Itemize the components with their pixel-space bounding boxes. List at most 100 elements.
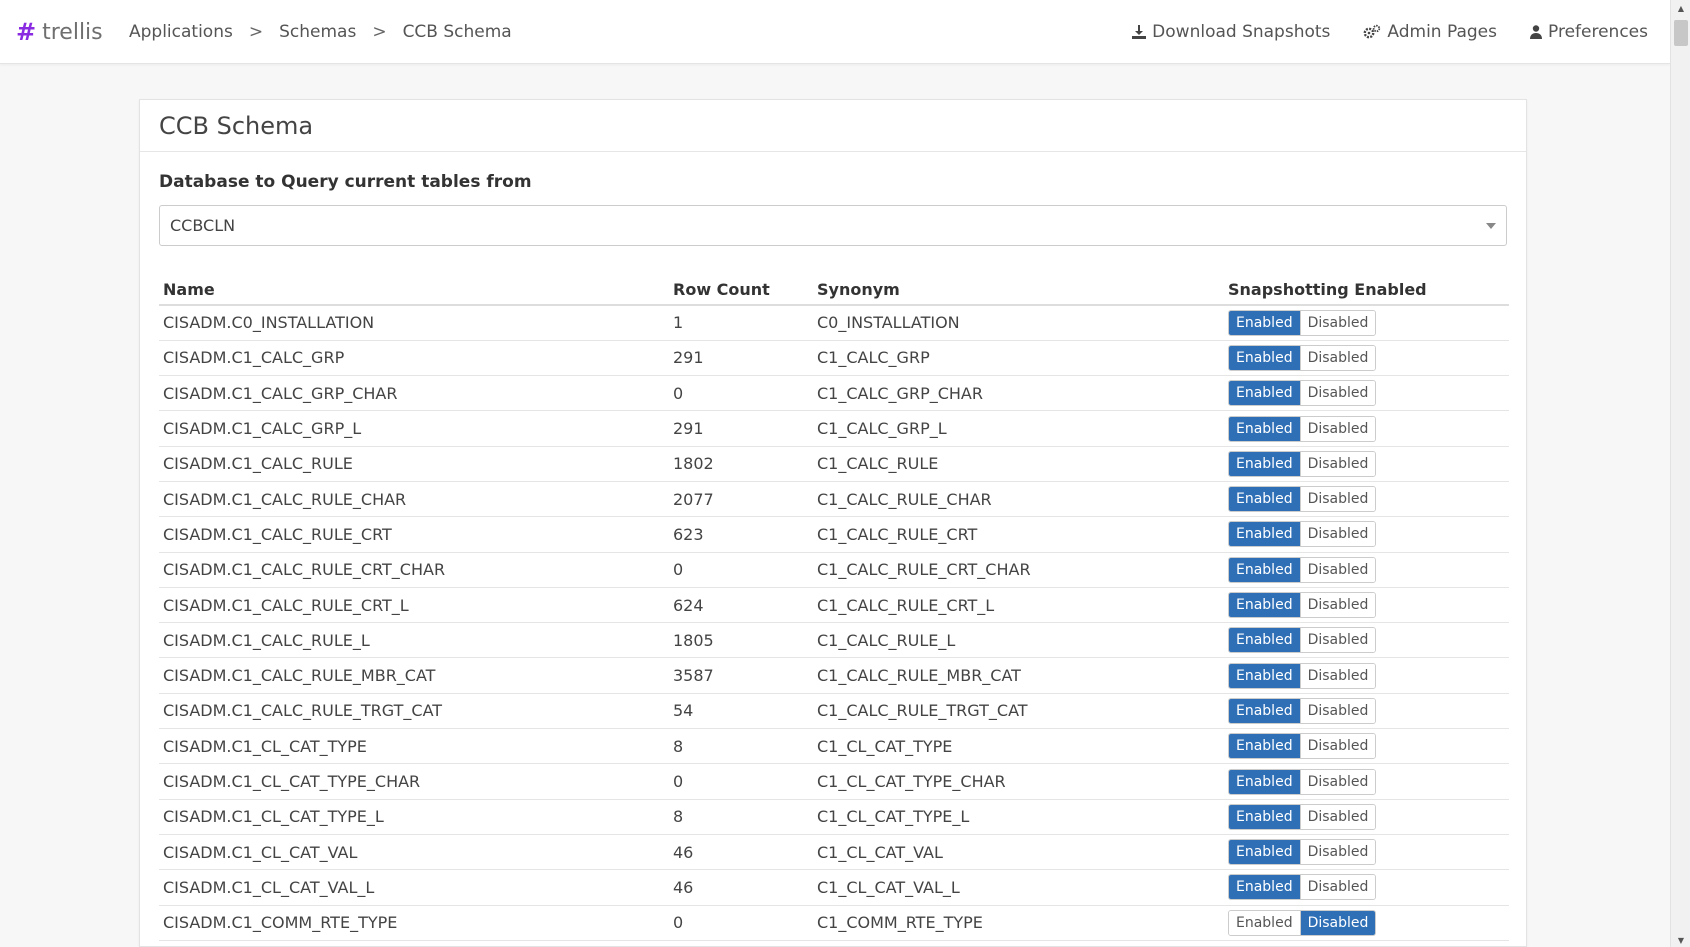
enabled-button[interactable]: Enabled [1229,557,1300,582]
table-row: CISADM.C1_CALC_GRP 291 C1_CALC_GRP Enabled D… [159,340,1509,377]
table-row: CISADM.C1_CALC_RULE_CRT_CHAR 0 C1_CALC_RUL… [159,552,1509,588]
row-count-cell: 0 [669,375,813,412]
snapshot-toggle-cell: Enabled Disabled [1224,834,1509,871]
table-name-cell: CISADM.C1_CALC_RULE_CRT_CHAR [159,552,669,588]
enabled-button[interactable]: Enabled [1229,734,1300,759]
snapshot-toggle: Enabled Disabled [1228,839,1377,866]
breadcrumb-separator: > [372,22,387,42]
table-row: CISADM.C1_CALC_GRP_CHAR 0 C1_CALC_GRP_CHAR… [159,375,1509,412]
table-name-cell: CISADM.C1_COMM_RTE_TYPE [159,905,669,941]
enabled-button[interactable]: Enabled [1229,416,1300,441]
synonym-cell: C1_CL_CAT_TYPE_L [813,799,1224,835]
enabled-button[interactable]: Enabled [1229,487,1300,512]
scroll-down-arrow-icon[interactable]: ▼ [1671,936,1690,945]
table-row: CISADM.C1_CALC_GRP_L 291 C1_CALC_GRP_L Enab… [159,410,1509,447]
admin-pages-link[interactable]: Admin Pages [1363,22,1497,42]
disabled-button[interactable]: Disabled [1299,310,1376,335]
enabled-button[interactable]: Enabled [1229,345,1300,370]
row-count-cell: 1 [669,305,813,341]
synonym-cell: C1_CALC_RULE_TRGT_CAT [813,693,1224,730]
table-name-cell: CISADM.C1_CALC_RULE_CRT_L [159,587,669,624]
table-row: CISADM.C1_CL_CAT_VAL_L 46 C1_CL_CAT_VAL_L E… [159,869,1509,906]
row-count-cell: 46 [669,869,813,906]
disabled-button[interactable]: Disabled [1299,910,1376,935]
breadcrumb-schemas[interactable]: Schemas [279,22,356,42]
table-name-cell: CISADM.C1_CALC_RULE_CRT [159,516,669,553]
disabled-button[interactable]: Disabled [1299,628,1376,653]
synonym-cell: C1_CALC_RULE [813,446,1224,482]
snapshot-toggle-cell: Enabled Disabled [1224,340,1509,377]
synonym-cell: C1_CALC_GRP_CHAR [813,375,1224,412]
synonym-cell: C1_CL_CAT_TYPE_CHAR [813,763,1224,800]
breadcrumb-applications[interactable]: Applications [129,22,233,42]
enabled-button[interactable]: Enabled [1229,628,1300,653]
brand-name: trellis [42,19,103,45]
column-header-row-count[interactable]: Row Count [669,275,813,306]
disabled-button[interactable]: Disabled [1299,345,1376,370]
enabled-button[interactable]: Enabled [1229,698,1300,723]
disabled-button[interactable]: Disabled [1299,593,1376,618]
table-name-cell: CISADM.C1_CL_CAT_VAL [159,834,669,871]
enabled-button[interactable]: Enabled [1229,663,1300,688]
scroll-up-arrow-icon[interactable]: ▲ [1671,4,1690,13]
database-select-value: CCBCLN [170,216,236,235]
snapshot-toggle-cell: Enabled Disabled [1224,305,1509,341]
breadcrumb-current: CCB Schema [402,22,512,42]
snapshot-toggle-cell: Enabled Disabled [1224,446,1509,482]
page-scrollbar[interactable]: ▲ ▼ [1670,0,1690,947]
enabled-button[interactable]: Enabled [1229,522,1300,547]
disabled-button[interactable]: Disabled [1299,381,1376,406]
enabled-button[interactable]: Enabled [1229,769,1300,794]
brand-logo[interactable]: # trellis [16,17,103,47]
disabled-button[interactable]: Disabled [1299,804,1376,829]
download-snapshots-link[interactable]: Download Snapshots [1132,22,1330,42]
snapshot-toggle-cell: Enabled Disabled [1224,869,1509,906]
synonym-cell: C1_CALC_RULE_CRT [813,516,1224,553]
disabled-button[interactable]: Disabled [1299,663,1376,688]
snapshot-toggle: Enabled Disabled [1228,380,1377,407]
enabled-button[interactable]: Enabled [1229,310,1300,335]
row-count-cell: 8 [669,728,813,765]
column-header-snapshotting[interactable]: Snapshotting Enabled [1224,275,1509,306]
synonym-cell: C0_INSTALLATION [813,305,1224,341]
row-count-cell: 0 [669,905,813,941]
disabled-button[interactable]: Disabled [1299,416,1376,441]
column-header-name[interactable]: Name [159,275,669,306]
synonym-cell: C1_CL_CAT_VAL_L [813,869,1224,906]
snapshot-toggle: Enabled Disabled [1228,874,1377,901]
synonym-cell: C1_CALC_RULE_L [813,622,1224,659]
enabled-button[interactable]: Enabled [1229,875,1300,900]
enabled-button[interactable]: Enabled [1229,451,1300,476]
row-count-cell: 46 [669,834,813,871]
disabled-button[interactable]: Disabled [1299,557,1376,582]
table-row: CISADM.C1_CL_CAT_TYPE_CHAR 0 C1_CL_CAT_TYP… [159,763,1509,800]
disabled-button[interactable]: Disabled [1299,875,1376,900]
table-row: CISADM.C1_COMM_RTE_TYPE 0 C1_COMM_RTE_TYPE… [159,905,1509,941]
snapshot-toggle: Enabled Disabled [1228,768,1377,795]
enabled-button[interactable]: Enabled [1229,381,1300,406]
disabled-button[interactable]: Disabled [1299,487,1376,512]
table-name-cell: CISADM.C0_INSTALLATION [159,305,669,341]
schema-panel: CCB Schema Database to Query current tab… [139,99,1527,947]
table-name-cell: CISADM.C1_CALC_GRP [159,340,669,377]
table-row: CISADM.C1_CL_CAT_VAL 46 C1_CL_CAT_VAL Enabl… [159,834,1509,871]
enabled-button[interactable]: Enabled [1229,593,1300,618]
disabled-button[interactable]: Disabled [1299,451,1376,476]
synonym-cell: C1_CALC_GRP [813,340,1224,377]
column-header-synonym[interactable]: Synonym [813,275,1224,306]
disabled-button[interactable]: Disabled [1299,769,1376,794]
database-select-label: Database to Query current tables from [159,172,532,192]
disabled-button[interactable]: Disabled [1299,840,1376,865]
disabled-button[interactable]: Disabled [1299,698,1376,723]
disabled-button[interactable]: Disabled [1299,522,1376,547]
preferences-link[interactable]: Preferences [1530,22,1648,42]
snapshot-toggle-cell: Enabled Disabled [1224,693,1509,730]
disabled-button[interactable]: Disabled [1299,734,1376,759]
scroll-thumb[interactable] [1674,20,1688,46]
row-count-cell: 291 [669,410,813,447]
table-row: CISADM.C1_CL_CAT_TYPE_L 8 C1_CL_CAT_TYPE_L… [159,799,1509,835]
enabled-button[interactable]: Enabled [1229,804,1300,829]
enabled-button[interactable]: Enabled [1229,840,1300,865]
database-select[interactable]: CCBCLN [159,205,1507,246]
enabled-button[interactable]: Enabled [1229,910,1300,935]
